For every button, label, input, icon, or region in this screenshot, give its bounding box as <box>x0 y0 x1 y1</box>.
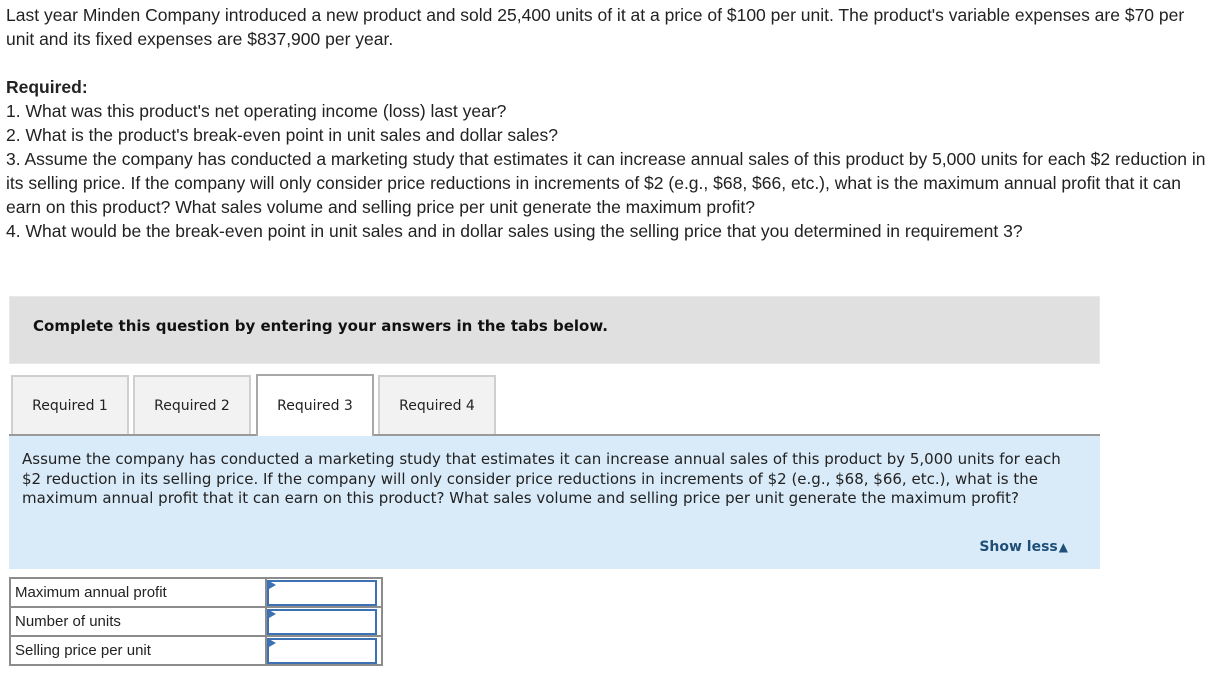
number-of-units-input[interactable] <box>267 608 377 635</box>
panel-question-text: Assume the company has conducted a marke… <box>22 450 1061 507</box>
input-marker-icon <box>269 581 276 589</box>
tab-panel: Assume the company has conducted a marke… <box>9 436 1100 569</box>
tab-label: Required 2 <box>154 398 230 414</box>
required-heading: Required: <box>6 77 88 97</box>
tab-label: Required 4 <box>399 398 475 414</box>
tab-label: Required 3 <box>277 398 353 414</box>
input-marker-icon <box>269 610 276 618</box>
problem-intro: Last year Minden Company introduced a ne… <box>6 5 1185 49</box>
tab-label: Required 1 <box>32 398 108 414</box>
row-label-units: Number of units <box>9 606 267 637</box>
input-marker-icon <box>269 639 276 647</box>
max-profit-input[interactable] <box>267 579 377 606</box>
tab-required-1[interactable]: Required 1 <box>11 375 129 435</box>
table-row: Number of units <box>9 606 383 637</box>
requirement-1: 1. What was this product's net operating… <box>6 101 507 121</box>
tab-required-3[interactable]: Required 3 <box>256 374 374 436</box>
field-cell <box>265 635 383 666</box>
answer-table: Maximum annual profit Number of units Se… <box>9 577 383 666</box>
selling-price-input[interactable] <box>267 637 377 664</box>
instruction-banner: Complete this question by entering your … <box>9 296 1100 364</box>
triangle-up-icon: ▲ <box>1058 540 1068 554</box>
field-cell <box>265 577 383 608</box>
row-label-max-profit: Maximum annual profit <box>9 577 267 608</box>
requirement-4: 4. What would be the break-even point in… <box>6 221 1023 241</box>
tab-required-4[interactable]: Required 4 <box>378 375 496 435</box>
requirements-section: Required: 1. What was this product's net… <box>6 75 1211 243</box>
table-row: Maximum annual profit <box>9 577 383 608</box>
table-row: Selling price per unit <box>9 635 383 666</box>
requirement-3: 3. Assume the company has conducted a ma… <box>6 149 1206 217</box>
show-less-link[interactable]: Show less▲ <box>979 539 1068 555</box>
instruction-text: Complete this question by entering your … <box>33 317 608 335</box>
row-label-price: Selling price per unit <box>9 635 267 666</box>
tab-required-2[interactable]: Required 2 <box>133 375 251 435</box>
requirement-2: 2. What is the product's break-even poin… <box>6 125 558 145</box>
field-cell <box>265 606 383 637</box>
show-less-label: Show less <box>979 539 1058 555</box>
